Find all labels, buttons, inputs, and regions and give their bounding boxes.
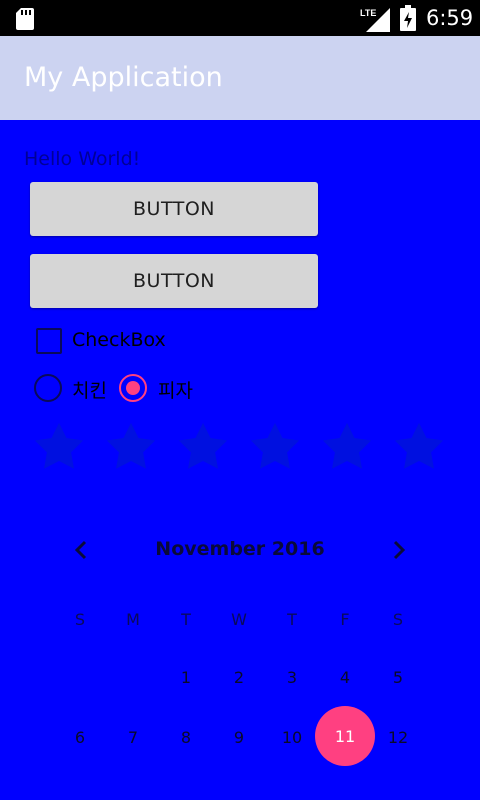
star-icon[interactable] [390, 418, 448, 476]
battery-charging-icon [400, 5, 416, 31]
calendar-day[interactable]: 12 [378, 728, 418, 747]
button-1[interactable]: BUTTON [30, 182, 318, 236]
weekday-label: M [126, 610, 140, 629]
sd-card-icon [16, 8, 34, 30]
app-title: My Application [24, 62, 223, 93]
calendar-day[interactable]: 7 [113, 728, 153, 747]
status-bar: LTE 6:59 [0, 0, 480, 36]
weekday-label: T [181, 610, 191, 629]
status-time: 6:59 [426, 6, 474, 30]
weekday-label: T [287, 610, 297, 629]
app-bar: My Application [0, 36, 480, 120]
radio-selected-dot [126, 381, 140, 395]
main-content: Hello World! BUTTON BUTTON CheckBox 치킨 피… [0, 120, 480, 800]
weekday-label: S [392, 610, 404, 629]
star-icon[interactable] [30, 418, 88, 476]
star-icon[interactable] [246, 418, 304, 476]
checkbox[interactable] [36, 328, 62, 354]
star-icon[interactable] [102, 418, 160, 476]
weekday-label: F [340, 610, 350, 629]
calendar-view: November 2016 S M T W T F S 1 2 3 4 5 6 … [54, 528, 426, 800]
radio-pizza[interactable] [119, 374, 147, 402]
chevron-right-icon[interactable] [392, 540, 406, 560]
calendar-month-label: November 2016 [155, 538, 325, 560]
calendar-day[interactable]: 1 [166, 668, 206, 687]
rating-bar[interactable] [30, 418, 460, 478]
calendar-day[interactable]: 6 [60, 728, 100, 747]
weekday-label: S [74, 610, 86, 629]
radio-label-pizza[interactable]: 피자 [158, 376, 193, 403]
calendar-day[interactable]: 3 [272, 668, 312, 687]
checkbox-label[interactable]: CheckBox [72, 329, 166, 351]
radio-label-chicken[interactable]: 치킨 [72, 376, 107, 403]
calendar-day[interactable]: 8 [166, 728, 206, 747]
hello-text: Hello World! [24, 148, 141, 170]
star-icon[interactable] [318, 418, 376, 476]
calendar-day[interactable]: 2 [219, 668, 259, 687]
svg-text:LTE: LTE [360, 8, 376, 18]
star-icon[interactable] [174, 418, 232, 476]
weekday-label: W [231, 610, 247, 629]
button-2[interactable]: BUTTON [30, 254, 318, 308]
calendar-day[interactable]: 4 [325, 668, 365, 687]
lte-signal-icon: LTE [360, 8, 390, 32]
radio-chicken[interactable] [34, 374, 62, 402]
calendar-day[interactable]: 5 [378, 668, 418, 687]
calendar-day-selected[interactable]: 11 [315, 706, 375, 766]
calendar-day[interactable]: 10 [272, 728, 312, 747]
calendar-day[interactable]: 9 [219, 728, 259, 747]
